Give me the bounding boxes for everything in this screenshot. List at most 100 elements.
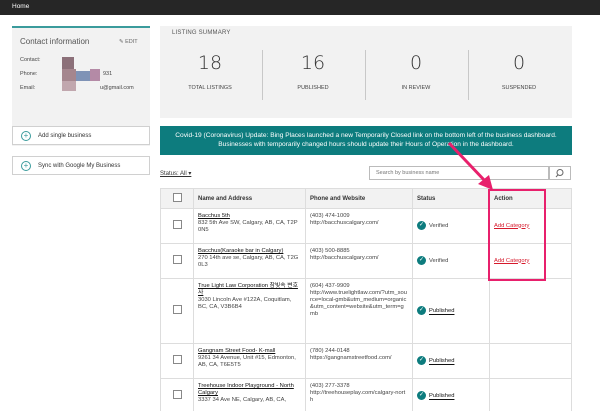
row-select-cell <box>160 343 194 379</box>
status-cell: ✓ Verified <box>412 243 490 279</box>
stat-total-listings: 18 TOTAL LISTINGS <box>160 48 260 108</box>
table-row: True Light Law Corporation 참빛속 변호사 3030 L… <box>160 278 572 344</box>
search-button[interactable] <box>549 166 571 180</box>
row-checkbox[interactable] <box>172 355 182 364</box>
website: http://treehouseplay.com/calgary-north <box>310 390 406 403</box>
status-cell: ✓ Published <box>412 278 490 344</box>
check-circle-icon: ✓ <box>417 306 426 316</box>
phone-number: (403) 277-3378 <box>310 383 350 389</box>
add-single-business-button[interactable]: + Add single business <box>12 126 150 145</box>
phone-cell: (403) 500-8885 http://bacchuscalgary.com/ <box>305 243 413 279</box>
home-link[interactable]: Home <box>12 3 29 10</box>
add-single-business-label: Add single business <box>38 133 92 139</box>
stat-label: TOTAL LISTINGS <box>188 85 232 91</box>
edit-contact-button[interactable]: ✎ EDIT <box>119 39 138 45</box>
name-cell: Bacchus 5th 832 5th Ave SW, Calgary, AB, … <box>193 208 306 244</box>
sync-google-button[interactable]: + Sync with Google My Business <box>12 156 150 175</box>
phone-number: (403) 500-8885 <box>310 248 350 254</box>
phone-value: 931 <box>103 71 113 77</box>
name-cell: Gangnam Street Food- K-mall 9261 34 Avenu… <box>193 343 306 379</box>
status-text: Verified <box>429 258 449 265</box>
plus-icon: + <box>21 161 31 171</box>
redacted-block <box>62 69 76 81</box>
select-all-cell <box>160 188 194 209</box>
status-link[interactable]: Published <box>429 394 454 400</box>
status-text: Verified <box>429 223 449 230</box>
website: https://gangnamstreetfood.com/ <box>310 355 392 361</box>
website: http://bacchuscalgary.com/ <box>310 220 379 226</box>
stat-suspended: 0 SUSPENDED <box>469 48 569 108</box>
name-cell: Treehouse Indoor Playground - North Calg… <box>193 378 306 411</box>
business-name-link[interactable]: Bacchus(Karaoke bar in Calgary) <box>198 248 301 255</box>
phone-column-header: Phone and Website <box>305 188 413 209</box>
contact-label: Contact: <box>20 57 41 63</box>
status-filter-dropdown[interactable]: Status: All ▾ <box>160 170 191 177</box>
business-name-link[interactable]: Gangnam Street Food- K-mall <box>198 348 301 355</box>
status-cell: ✓ Published <box>412 378 490 411</box>
name-column-header: Name and Address <box>193 188 306 209</box>
action-cell <box>489 378 572 411</box>
stat-in-review: 0 IN REVIEW <box>366 48 466 108</box>
status-cell: ✓ Verified <box>412 208 490 244</box>
status-link[interactable]: Published <box>429 359 454 365</box>
stat-value: 0 <box>512 52 526 74</box>
plus-icon: + <box>21 131 31 141</box>
phone-cell: (403) 277-3378 http://treehouseplay.com/c… <box>305 378 413 411</box>
redacted-block <box>62 81 76 91</box>
email-value: u@gmail.com <box>100 85 134 91</box>
email-label: Email: <box>20 85 36 91</box>
sync-google-label: Sync with Google My Business <box>38 163 121 169</box>
business-address: 3030 Lincoln Ave #122A, Coquitlam, BC, C… <box>198 297 292 310</box>
action-cell <box>489 278 572 344</box>
business-name-link[interactable]: Treehouse Indoor Playground - North Calg… <box>198 383 301 397</box>
phone-cell: (403) 474-1009 http://bacchuscalgary.com/ <box>305 208 413 244</box>
business-name-link[interactable]: Bacchus 5th <box>198 213 301 220</box>
phone-cell: (780) 244-0148 https://gangnamstreetfood.… <box>305 343 413 379</box>
table-row: Treehouse Indoor Playground - North Calg… <box>160 378 572 411</box>
row-select-cell <box>160 278 194 344</box>
stat-value: 16 <box>300 52 326 74</box>
check-circle-icon: ✓ <box>417 391 426 401</box>
stat-label: IN REVIEW <box>401 85 431 91</box>
business-name-link[interactable]: True Light Law Corporation 참빛속 변호사 <box>198 283 301 297</box>
name-cell: True Light Law Corporation 참빛속 변호사 3030 L… <box>193 278 306 344</box>
row-checkbox[interactable] <box>172 220 182 229</box>
select-all-checkbox[interactable] <box>172 193 182 202</box>
row-checkbox[interactable] <box>172 305 182 314</box>
redacted-block <box>76 71 90 81</box>
website: http://bacchuscalgary.com/ <box>310 255 379 261</box>
row-select-cell <box>160 378 194 411</box>
business-address: 9261 34 Avenue, Unit #15, Edmonton, AB, … <box>198 355 296 368</box>
row-select-cell <box>160 208 194 244</box>
listing-summary: LISTING SUMMARY 18 TOTAL LISTINGS 16 PUB… <box>160 26 572 118</box>
stat-published: 16 PUBLISHED <box>263 48 363 108</box>
stat-label: SUSPENDED <box>501 85 537 91</box>
status-link[interactable]: Published <box>429 309 454 315</box>
row-checkbox[interactable] <box>172 255 182 264</box>
check-circle-icon: ✓ <box>417 256 426 266</box>
name-cell: Bacchus(Karaoke bar in Calgary) 270 14th … <box>193 243 306 279</box>
stat-label: PUBLISHED <box>297 85 329 91</box>
annotation-arrow-icon <box>447 141 493 190</box>
contact-title: Contact information <box>20 37 90 46</box>
summary-heading: LISTING SUMMARY <box>172 30 231 36</box>
status-cell: ✓ Published <box>412 343 490 379</box>
phone-label: Phone: <box>20 71 38 77</box>
website: http://www.truelightlaw.com/?utm_source=… <box>310 290 407 317</box>
phone-number: (403) 474-1009 <box>310 213 350 219</box>
row-checkbox[interactable] <box>172 390 182 399</box>
highlight-box <box>488 189 546 281</box>
search-icon <box>555 169 564 178</box>
row-select-cell <box>160 243 194 279</box>
check-circle-icon: ✓ <box>417 356 426 366</box>
covid-update-banner: Covid-19 (Coronavirus) Update: Bing Plac… <box>160 126 572 155</box>
redacted-block <box>90 69 100 81</box>
table-row: Gangnam Street Food- K-mall 9261 34 Avenu… <box>160 343 572 379</box>
phone-cell: (604) 437-9909 http://www.truelightlaw.co… <box>305 278 413 344</box>
business-address: 832 5th Ave SW, Calgary, AB, CA, T2P 0N5 <box>198 220 298 233</box>
check-circle-icon: ✓ <box>417 221 426 231</box>
stat-value: 18 <box>197 52 223 74</box>
business-address: 270 14th ave se, Calgary, AB, CA, T2G 0L… <box>198 255 299 268</box>
top-bar: Home <box>0 0 600 15</box>
phone-number: (780) 244-0148 <box>310 348 350 354</box>
